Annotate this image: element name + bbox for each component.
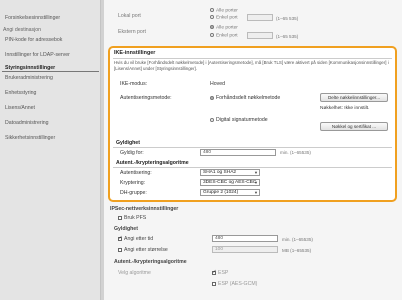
local-port-label: Lokal port [118,13,141,19]
ike-mode-label: IKE-modus: [120,81,148,87]
valid-for-input[interactable]: 480 [200,149,276,156]
sidebar-item-ldap[interactable]: Innstillinger for LDAP-server [5,52,70,58]
auth-psk-option[interactable]: Forhåndsdelt nøkkelmetode [210,95,280,101]
chevron-down-icon: ▼ [254,180,258,185]
radio-icon[interactable] [210,15,214,19]
encryption-value: 3DES-CBC og AES-CBC [203,180,257,185]
external-port-single-label: Enkel port [216,33,238,39]
esp-aes-gcm-checkbox[interactable]: ESP (AES-GCM) [212,281,257,287]
local-port-range: (1–65 535) [276,16,299,21]
ike-mode-value: Hoved [210,81,225,87]
dh-group-label: DH-gruppe: [120,190,147,196]
sidebar: Forsinkelsesinnstillinger Angi destinasj… [0,0,101,300]
sidebar-divider [2,71,99,72]
divider [113,58,392,59]
auth-algo-value: SHA1 og SHA2 [203,170,237,175]
local-port-all-label: Alle porter [216,8,238,14]
sidebar-item-delay-settings[interactable]: Forsinkelsesinnstillinger [5,15,60,21]
ipsec-algo-title: Autent.-/krypteringsalgoritme [114,259,187,265]
chevron-down-icon: ▼ [254,190,258,195]
sidebar-item-license[interactable]: Lisens/Annet [5,105,35,111]
auth-method-label: Autentiseringsmetode: [120,95,172,101]
set-by-time-label: Angi etter tid [124,236,154,242]
radio-icon[interactable] [210,117,214,122]
sidebar-item-device-management[interactable]: Enhetsstyring [5,90,36,96]
auth-psk-label: Forhåndsdelt nøkkelmetode [216,95,281,101]
dh-group-select[interactable]: Gruppe 2 (1024) ▼ [200,189,260,196]
sidebar-item-security[interactable]: Sikkerhetsinnstillinger [5,135,55,141]
size-input[interactable]: 100 [212,246,278,253]
sidebar-item-data-management[interactable]: Datoadministrering [5,120,49,126]
valid-for-label: Gyldig for: [120,150,144,156]
local-port-input[interactable] [247,14,273,21]
local-port-single-option[interactable]: Enkel port [210,15,238,20]
ike-algo-title: Autent.-/krypteringsalgoritme [116,160,189,166]
checkbox-icon[interactable] [212,281,216,286]
radio-icon[interactable] [210,8,214,12]
set-by-size-checkbox[interactable]: Angi etter størrelse [118,247,168,253]
esp-checkbox[interactable]: ESP [212,269,229,276]
encryption-select[interactable]: 3DES-CBC og AES-CBC ▼ [200,179,260,186]
dh-group-value: Gruppe 2 (1024) [203,190,239,195]
auth-digital-option[interactable]: Digital signaturmetode [210,117,268,123]
local-port-all-option[interactable]: Alle porter [210,8,238,13]
sidebar-item-user-management[interactable]: Brukeradministrering [5,75,53,81]
shared-key-settings-button[interactable]: Delte nøkkelinnstillinger... [320,93,388,102]
sidebar-section-destination: Angi destinasjon [3,27,42,33]
ipsec-title: IPSec-nettverksinnstillinger [110,206,179,212]
external-port-range: (1–65 535) [276,34,299,39]
divider [113,147,392,148]
esp-label: ESP [218,270,229,276]
checkbox-icon[interactable] [118,215,122,220]
divider [113,167,392,168]
radio-icon[interactable] [210,33,214,37]
use-pfs-label: Bruk PFS [124,215,147,221]
external-port-single-option[interactable]: Enkel port [210,33,238,38]
key-status-value: Ikke innstilt. [344,106,370,111]
auth-algo-select[interactable]: SHA1 og SHA2 ▼ [200,169,260,176]
time-input[interactable]: 480 [212,235,278,242]
size-unit: MB (1–65535) [282,248,312,253]
set-by-time-checkbox[interactable]: Angi etter tid [118,235,154,242]
ipsec-validity-title: Gyldighet [114,226,138,232]
external-port-input[interactable] [247,32,273,39]
checkbox-icon[interactable] [118,247,122,252]
encryption-label: Kryptering: [120,180,146,186]
ike-title: IKE-innstillinger [114,50,156,56]
radio-selected-icon[interactable] [210,95,214,100]
valid-for-unit: min. (1–65535) [280,150,311,155]
sidebar-item-addressbook-pin[interactable]: PIN-kode for adressebok [5,37,62,43]
auth-digital-label: Digital signaturmetode [216,117,268,123]
local-port-single-label: Enkel port [216,15,238,21]
set-by-size-label: Angi etter størrelse [124,247,168,253]
auth-algo-label: Autentisering: [120,170,152,176]
radio-selected-icon[interactable] [210,25,214,29]
external-port-label: Ekstern port [118,29,146,35]
ike-settings-panel: IKE-innstillinger Hvis du vil bruke [For… [108,46,397,202]
external-port-all-label: Alle porter [216,25,238,31]
chevron-down-icon: ▼ [254,170,258,175]
external-port-all-option[interactable]: Alle porter [210,25,238,30]
time-unit: min. (1–65535) [282,237,313,242]
ike-validity-title: Gyldighet [116,140,140,146]
esp-aes-gcm-label: ESP (AES-GCM) [218,281,258,287]
checkbox-checked-icon[interactable] [212,269,217,275]
checkbox-checked-icon[interactable] [118,235,123,241]
key-certificate-button[interactable]: Nøkkel og sertifikat ... [320,122,388,131]
key-status-label: Nøkkelhet: [320,106,343,111]
use-pfs-checkbox[interactable]: Bruk PFS [118,215,146,221]
select-algo-label: Velg algoritme [118,270,151,276]
ike-description: Hvis du vil bruke [Forhåndsdelt nøkkelme… [114,60,389,71]
key-status: Nøkkelhet: Ikke innstilt. [320,106,369,111]
